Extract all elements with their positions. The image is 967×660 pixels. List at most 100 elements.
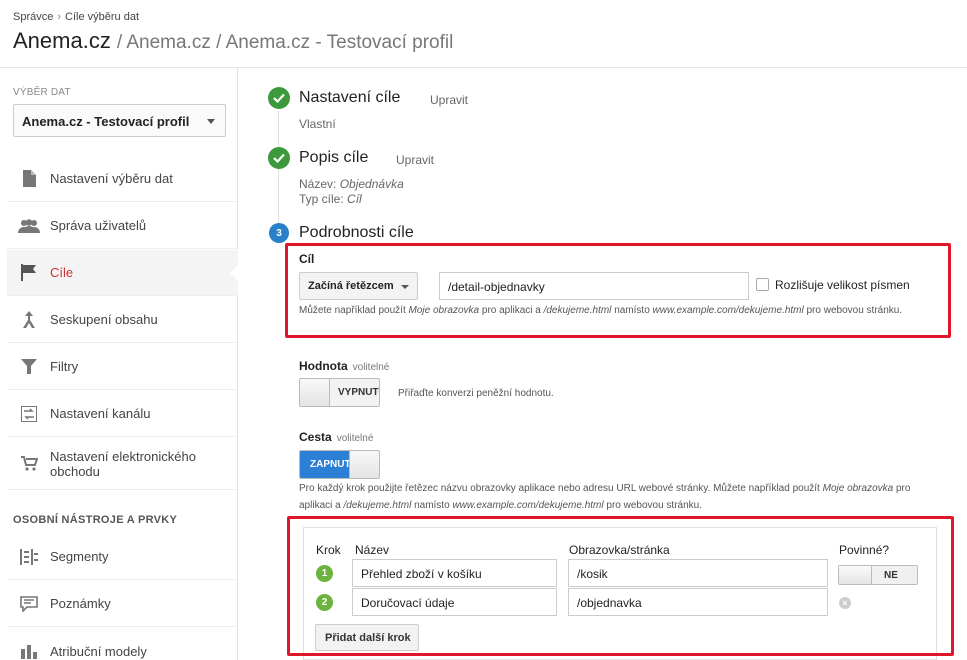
sidebar-item-label: Cíle: [50, 265, 74, 280]
step2-edit-link[interactable]: Upravit: [396, 153, 434, 167]
sidebar-item-label: Nastavení elektronického obchodu: [50, 448, 196, 479]
help-example: Moje obrazovka: [408, 305, 480, 316]
sidebar-item-label: Poznámky: [50, 596, 111, 611]
funnel-toggle-label: ZAPNUTO: [300, 451, 349, 478]
funnel-toggle[interactable]: ZAPNUTO: [299, 450, 380, 479]
users-icon: [9, 218, 49, 233]
step2-type: Typ cíle: Cíl: [299, 192, 362, 206]
step2-name-label: Název:: [299, 177, 337, 191]
sidebar-item-segments[interactable]: Segmenty: [7, 534, 238, 580]
view-select[interactable]: Anema.cz - Testovací profil: [13, 104, 226, 137]
funnel-label-text: Cesta: [299, 430, 332, 444]
step1-value: Vlastní: [299, 117, 336, 131]
step2-title: Popis cíle: [299, 149, 369, 166]
page-title-main: Anema.cz: [13, 28, 111, 53]
sidebar: VÝBĚR DAT Anema.cz - Testovací profil Na…: [0, 68, 239, 660]
sidebar-item-label: Atribuční modely: [50, 643, 147, 659]
filter-icon: [9, 359, 49, 374]
value-hint: Přiřaďte konverzi peněžní hodnotu.: [398, 388, 554, 399]
help-example: Moje obrazovka: [822, 483, 894, 494]
toggle-knob: [839, 566, 872, 584]
sidebar-item-filters[interactable]: Filtry: [7, 344, 238, 390]
comment-icon: [9, 595, 49, 612]
help-text: namísto: [614, 305, 650, 316]
funnel-col-required: Povinné?: [839, 543, 890, 557]
sidebar-section-tools: OSOBNÍ NÁSTROJE A PRVKY: [13, 514, 178, 526]
step-complete-check-icon: [268, 147, 290, 169]
funnel-step-name-input[interactable]: Doručovací údaje: [352, 588, 557, 616]
goal-help-text: Můžete například použít Moje obrazovka p…: [299, 302, 929, 319]
value-optional: volitelné: [352, 362, 390, 373]
funnel-step-name-input[interactable]: Přehled zboží v košíku: [352, 559, 557, 587]
toggle-knob: [349, 451, 379, 478]
grouping-icon: [9, 311, 49, 328]
funnel-step-number: 1: [316, 565, 333, 582]
help-example: www.example.com/dekujeme.html: [452, 500, 604, 511]
sidebar-item-label: Filtry: [50, 359, 79, 374]
sidebar-item-label: Seskupení obsahu: [50, 312, 158, 327]
value-label: Hodnota volitelné: [299, 359, 389, 373]
sidebar-section-label: VÝBĚR DAT: [13, 87, 71, 98]
sidebar-item-channel-settings[interactable]: Nastavení kanálu: [7, 391, 238, 437]
help-text: namísto: [414, 500, 450, 511]
help-example: /dekujeme.html: [343, 500, 412, 511]
sidebar-item-label: Segmenty: [50, 549, 109, 564]
funnel-col-step: Krok: [316, 543, 341, 557]
help-text: Pro každý krok použijte řetězec názvu ob…: [299, 483, 820, 494]
funnel-step-page-input[interactable]: /objednavka: [568, 588, 828, 616]
breadcrumb-goals[interactable]: Cíle výběru dat: [65, 11, 139, 23]
step3-number-badge: 3: [269, 223, 289, 243]
breadcrumb-admin[interactable]: Správce: [13, 11, 53, 23]
sidebar-item-view-settings[interactable]: Nastavení výběru dat: [7, 156, 238, 202]
sidebar-item-ecommerce-settings[interactable]: Nastavení elektronického obchodu: [7, 438, 238, 490]
toggle-knob: [300, 379, 330, 406]
sidebar-item-attribution[interactable]: Atribuční modely: [7, 628, 238, 660]
sidebar-item-label: Nastavení výběru dat: [50, 171, 173, 186]
help-text: Můžete například použít: [299, 305, 406, 316]
step2-type-value: Cíl: [347, 192, 362, 206]
chevron-down-icon: [207, 119, 215, 124]
sidebar-item-content-grouping[interactable]: Seskupení obsahu: [7, 297, 238, 343]
remove-step-icon[interactable]: ×: [839, 597, 851, 609]
match-type-dropdown[interactable]: Začíná řetězcem: [299, 272, 418, 300]
step1-edit-link[interactable]: Upravit: [430, 93, 468, 107]
funnel-col-name: Název: [355, 543, 390, 557]
view-select-value: Anema.cz - Testovací profil: [22, 114, 190, 129]
channel-icon: [9, 405, 49, 422]
help-text: pro webovou stránku.: [806, 305, 903, 316]
sidebar-item-label: Nastavení kanálu: [50, 406, 151, 421]
sidebar-item-goals[interactable]: Cíle: [7, 250, 239, 296]
step2-name-value: Objednávka: [339, 177, 404, 191]
sidebar-item-annotations[interactable]: Poznámky: [7, 581, 238, 627]
step1-title: Nastavení cíle: [299, 89, 401, 106]
match-type-value: Začíná řetězcem: [308, 280, 394, 292]
funnel-step-page-input[interactable]: /kosik: [568, 559, 828, 587]
help-text: pro aplikaci a: [481, 305, 541, 316]
cart-icon: [9, 456, 49, 471]
goal-destination-input[interactable]: /detail-objednavky: [439, 272, 749, 300]
sidebar-item-user-management[interactable]: Správa uživatelů: [7, 203, 238, 249]
value-label-text: Hodnota: [299, 359, 348, 373]
funnel-required-toggle[interactable]: NE: [838, 565, 918, 585]
case-sensitive-label: Rozlišuje velikost písmen: [775, 278, 910, 292]
attribution-icon: [9, 643, 49, 659]
page-title: Anema.cz / Anema.cz / Anema.cz - Testovac…: [13, 28, 453, 54]
step3-title: Podrobnosti cíle: [299, 224, 414, 241]
case-sensitive-checkbox[interactable]: [756, 278, 769, 291]
steps-connector: [278, 110, 279, 228]
funnel-col-page: Obrazovka/stránka: [569, 543, 670, 557]
value-toggle[interactable]: VYPNUTO: [299, 378, 380, 407]
chevron-down-icon: [401, 285, 409, 289]
help-text: pro webovou stránku.: [606, 500, 703, 511]
segments-icon: [9, 548, 49, 565]
funnel-step-number: 2: [316, 594, 333, 611]
breadcrumb-separator: ›: [57, 11, 62, 23]
breadcrumb: Správce › Cíle výběru dat: [13, 11, 139, 23]
funnel-label: Cesta volitelné: [299, 430, 373, 444]
funnel-help-text: Pro každý krok použijte řetězec názvu ob…: [299, 480, 939, 514]
document-icon: [9, 170, 49, 187]
sidebar-item-label: Správa uživatelů: [50, 218, 147, 233]
goal-label: Cíl: [299, 252, 315, 266]
page-title-path: / Anema.cz / Anema.cz - Testovací profil: [116, 32, 454, 53]
add-step-button[interactable]: Přidat další krok: [315, 624, 419, 651]
